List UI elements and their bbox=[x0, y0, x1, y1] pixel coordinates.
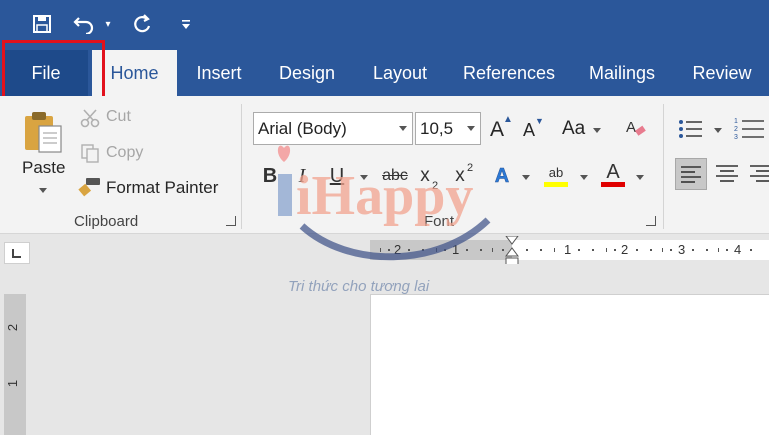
font-color-bar bbox=[601, 182, 625, 187]
vruler-number: 1 bbox=[5, 379, 21, 388]
align-center-icon[interactable] bbox=[712, 158, 742, 190]
tab-design[interactable]: Design bbox=[264, 50, 350, 96]
ruler-number: 4 bbox=[734, 242, 742, 257]
quick-access-toolbar: ▾ bbox=[0, 0, 769, 50]
change-case-button[interactable]: Aa bbox=[562, 118, 585, 140]
align-left-icon[interactable] bbox=[675, 158, 707, 190]
underline-button[interactable]: U bbox=[326, 160, 348, 192]
save-icon[interactable] bbox=[28, 10, 56, 38]
format-painter-icon bbox=[78, 176, 102, 198]
font-name-dropdown-icon[interactable] bbox=[399, 126, 407, 131]
highlight-dropdown-icon[interactable] bbox=[580, 175, 588, 180]
tab-selector-icon[interactable] bbox=[4, 242, 30, 264]
change-case-dropdown-icon[interactable] bbox=[593, 128, 601, 133]
grow-arrow-icon: ▲ bbox=[503, 114, 513, 125]
tab-home[interactable]: Home bbox=[92, 50, 177, 96]
tab-insert[interactable]: Insert bbox=[181, 50, 257, 96]
copy-icon bbox=[80, 143, 100, 163]
bullets-dropdown-icon[interactable] bbox=[714, 128, 722, 133]
clipboard-dialog-launcher-icon[interactable] bbox=[226, 216, 236, 226]
shrink-arrow-icon: ▼ bbox=[535, 116, 544, 126]
strikethrough-button[interactable]: abc bbox=[380, 160, 410, 192]
italic-button[interactable]: I bbox=[293, 160, 311, 192]
font-name-value: Arial (Body) bbox=[258, 118, 347, 138]
watermark-tagline: Tri thức cho tương lai bbox=[288, 278, 430, 295]
undo-dropdown-icon[interactable]: ▾ bbox=[100, 10, 116, 38]
document-page[interactable] bbox=[370, 294, 769, 435]
shrink-font-button[interactable]: A bbox=[523, 120, 535, 141]
subscript-button[interactable]: x bbox=[418, 160, 432, 192]
highlight-color-bar bbox=[544, 182, 568, 187]
tab-mailings[interactable]: Mailings bbox=[578, 50, 666, 96]
ruler-number: 1 bbox=[564, 242, 572, 257]
align-right-icon[interactable] bbox=[746, 158, 769, 190]
grow-font-button[interactable]: A bbox=[490, 118, 504, 142]
vertical-ruler[interactable]: 2 1 bbox=[4, 294, 26, 435]
undo-icon[interactable] bbox=[70, 10, 98, 38]
paste-dropdown-icon[interactable] bbox=[39, 188, 47, 193]
copy-button[interactable]: Copy bbox=[106, 144, 143, 162]
paste-button[interactable]: Paste bbox=[22, 158, 65, 178]
font-color-dropdown-icon[interactable] bbox=[636, 175, 644, 180]
group-separator bbox=[241, 104, 242, 229]
cut-icon bbox=[80, 108, 100, 128]
cut-button[interactable]: Cut bbox=[106, 108, 131, 126]
format-painter-button[interactable]: Format Painter bbox=[106, 178, 218, 198]
font-size-value: 10,5 bbox=[420, 118, 454, 138]
tab-file[interactable]: File bbox=[4, 50, 88, 96]
ruler-number: 2 bbox=[394, 242, 402, 257]
font-dialog-launcher-icon[interactable] bbox=[646, 216, 656, 226]
font-size-dropdown-icon[interactable] bbox=[467, 126, 475, 131]
svg-text:1: 1 bbox=[734, 118, 738, 125]
group-separator bbox=[663, 104, 664, 229]
text-effects-button[interactable]: A bbox=[492, 160, 512, 192]
superscript-button[interactable]: x bbox=[453, 160, 467, 192]
bold-button[interactable]: B bbox=[260, 160, 280, 192]
underline-dropdown-icon[interactable] bbox=[360, 175, 368, 180]
tab-review[interactable]: Review bbox=[684, 50, 760, 96]
font-group-label: Font bbox=[424, 213, 455, 230]
ruler-left-margin bbox=[370, 240, 512, 260]
ruler-number: 2 bbox=[621, 242, 629, 257]
ruler-number: 1 bbox=[452, 242, 460, 257]
ruler-number: 3 bbox=[678, 242, 686, 257]
font-name-combo[interactable]: Arial (Body) bbox=[253, 112, 413, 145]
bullets-icon[interactable] bbox=[678, 118, 706, 140]
superscript-mark: 2 bbox=[467, 162, 474, 174]
tab-references[interactable]: References bbox=[456, 50, 562, 96]
svg-text:3: 3 bbox=[734, 134, 738, 140]
clear-formatting-icon[interactable]: A bbox=[624, 116, 648, 140]
horizontal-ruler[interactable]: 2 1 1 2 3 4 bbox=[370, 240, 769, 260]
tab-layout[interactable]: Layout bbox=[357, 50, 443, 96]
redo-icon[interactable] bbox=[128, 10, 156, 38]
text-effects-dropdown-icon[interactable] bbox=[522, 175, 530, 180]
subscript-mark: 2 bbox=[432, 180, 439, 192]
vruler-number: 2 bbox=[5, 323, 21, 332]
svg-text:2: 2 bbox=[734, 126, 738, 133]
customize-qat-icon[interactable] bbox=[176, 10, 196, 38]
paste-icon[interactable] bbox=[22, 110, 66, 154]
clipboard-group-label: Clipboard bbox=[74, 213, 139, 230]
font-size-combo[interactable]: 10,5 bbox=[415, 112, 481, 145]
numbering-icon[interactable]: 123 bbox=[734, 116, 764, 141]
ribbon-tabs: File Home Insert Design Layout Reference… bbox=[0, 50, 769, 96]
svg-text:A: A bbox=[626, 119, 636, 136]
